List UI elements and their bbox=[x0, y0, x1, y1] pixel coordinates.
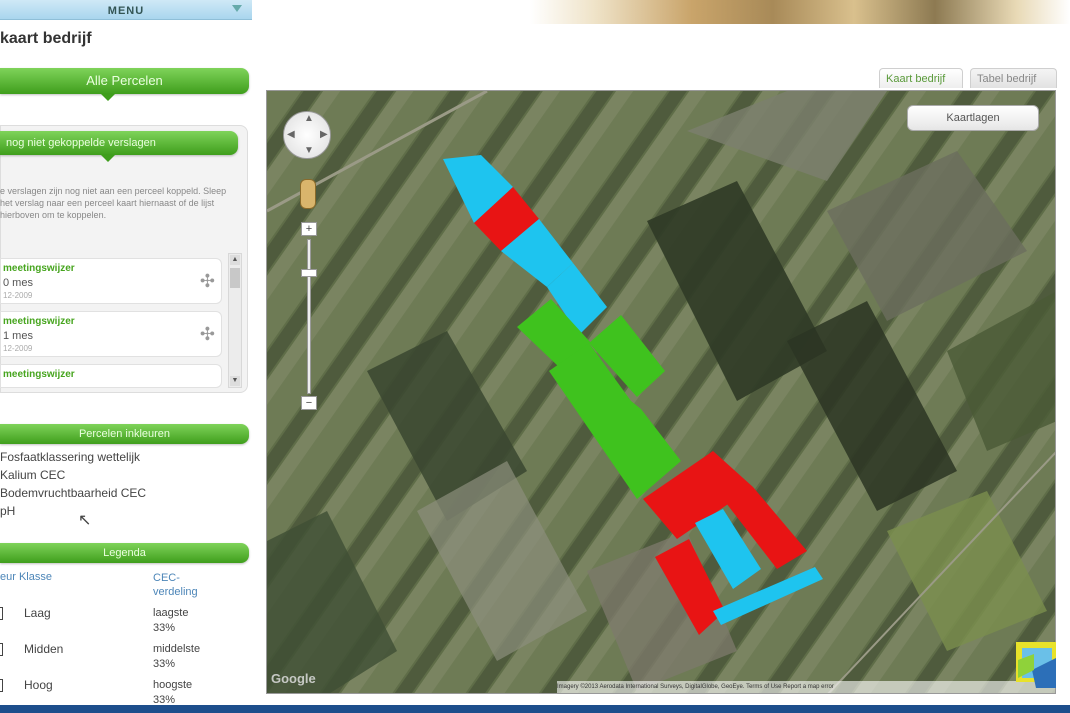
list-scrollbar[interactable]: ▲ ▼ bbox=[228, 253, 242, 388]
report-value: 1 mes bbox=[3, 330, 33, 342]
legend-class-header: eur Klasse bbox=[0, 571, 52, 583]
legend-class-low: Laag bbox=[24, 606, 51, 620]
report-title: meetingswijzer bbox=[3, 316, 75, 327]
app-window: MENU kaart bedrijf Kaart bedrijf Tabel b… bbox=[0, 0, 1070, 713]
legend-distribution-header: CEC-verdeling bbox=[153, 572, 198, 598]
company-logo-icon bbox=[1016, 642, 1056, 688]
report-value: 0 mes bbox=[3, 277, 33, 289]
legend-dist-high: hoogste 33% bbox=[153, 679, 193, 706]
report-title: meetingswijzer bbox=[3, 369, 75, 380]
all-parcels-label: Alle Percelen bbox=[86, 73, 163, 88]
legend-dist-low: laagste 33% bbox=[153, 607, 189, 634]
pan-left-icon[interactable]: ◀ bbox=[287, 129, 295, 140]
map-imagery bbox=[267, 91, 1055, 693]
layer-option[interactable]: Bodemvruchtbaarheid CEC bbox=[0, 486, 146, 500]
satellite-map[interactable]: ▲ ▼ ◀ ▶ + − Kaartlagen Google Imagery ©2… bbox=[266, 90, 1056, 694]
scroll-up-icon[interactable]: ▲ bbox=[230, 255, 240, 265]
drag-handle-icon[interactable]: ✣ bbox=[200, 272, 215, 290]
zoom-in-button[interactable]: + bbox=[301, 222, 317, 236]
list-item[interactable]: meetingswijzer bbox=[0, 364, 222, 388]
legend-class-high: Hoog bbox=[24, 678, 53, 692]
map-layers-button[interactable]: Kaartlagen bbox=[907, 105, 1039, 131]
all-parcels-button[interactable]: Alle Percelen bbox=[0, 68, 249, 101]
tab-tabel-bedrijf[interactable]: Tabel bedrijf bbox=[970, 68, 1057, 88]
pan-down-icon[interactable]: ▼ bbox=[304, 145, 314, 156]
layer-option[interactable]: Kalium CEC bbox=[0, 468, 65, 482]
layers-header: Percelen inkleuren bbox=[0, 424, 249, 444]
menu-bar[interactable]: MENU bbox=[0, 0, 252, 20]
legend-header: Legenda bbox=[0, 543, 249, 563]
mouse-cursor-icon: ↖ bbox=[78, 512, 92, 529]
unlinked-reports-header: nog niet gekoppelde verslagen bbox=[0, 131, 238, 162]
notch-decoration bbox=[100, 154, 116, 162]
pan-up-icon[interactable]: ▲ bbox=[304, 113, 314, 124]
header-banner-image bbox=[530, 0, 1070, 24]
layer-option[interactable]: Fosfaatklassering wettelijk bbox=[0, 450, 140, 464]
legend-swatch-medium bbox=[0, 643, 3, 656]
legend-swatch-low bbox=[0, 607, 3, 620]
unlinked-reports-title: nog niet gekoppelde verslagen bbox=[6, 137, 156, 149]
zoom-out-button[interactable]: − bbox=[301, 396, 317, 410]
report-title: meetingswijzer bbox=[3, 263, 75, 274]
legend-swatch-high bbox=[0, 679, 3, 692]
list-item[interactable]: meetingswijzer 1 mes 12-2009 ✣ bbox=[0, 311, 222, 357]
list-item[interactable]: meetingswijzer 0 mes 12-2009 ✣ bbox=[0, 258, 222, 304]
report-date: 12-2009 bbox=[3, 344, 33, 353]
layers-title: Percelen inkleuren bbox=[78, 428, 171, 440]
scroll-thumb[interactable] bbox=[230, 268, 240, 288]
map-attribution: Imagery ©2013 Aerodata International Sur… bbox=[557, 681, 1055, 693]
chevron-down-icon bbox=[232, 5, 242, 12]
legend-class-medium: Midden bbox=[24, 642, 64, 656]
legend-dist-medium: middelste 33% bbox=[153, 643, 201, 670]
unlinked-reports-text: e verslagen zijn nog niet aan een percee… bbox=[0, 186, 227, 220]
scroll-down-icon[interactable]: ▼ bbox=[230, 376, 240, 386]
drag-handle-icon[interactable]: ✣ bbox=[200, 325, 215, 343]
zoom-slider[interactable] bbox=[307, 239, 311, 394]
pan-control[interactable]: ▲ ▼ ◀ ▶ bbox=[283, 111, 331, 159]
menu-label: MENU bbox=[107, 5, 145, 17]
bottom-taskbar-strip bbox=[0, 705, 1070, 713]
street-view-pegman-icon[interactable] bbox=[300, 179, 316, 209]
zoom-slider-knob[interactable] bbox=[301, 269, 317, 277]
notch-decoration bbox=[100, 93, 116, 101]
report-date: 12-2009 bbox=[3, 291, 33, 300]
tab-kaart-bedrijf[interactable]: Kaart bedrijf bbox=[879, 68, 963, 88]
google-logo: Google bbox=[271, 671, 316, 686]
layer-option[interactable]: pH bbox=[0, 504, 15, 518]
page-title: kaart bedrijf bbox=[0, 30, 92, 47]
pan-right-icon[interactable]: ▶ bbox=[320, 129, 328, 140]
legend-title: Legenda bbox=[103, 547, 146, 559]
